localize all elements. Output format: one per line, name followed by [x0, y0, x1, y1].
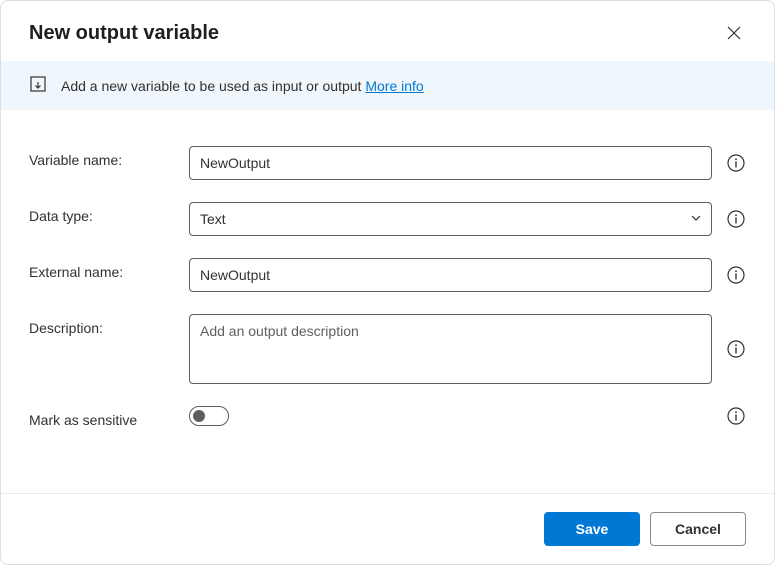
banner-text: Add a new variable to be used as input o… — [61, 78, 424, 94]
save-button[interactable]: Save — [544, 512, 640, 546]
data-type-label: Data type: — [29, 202, 189, 224]
external-name-info-button[interactable] — [726, 265, 746, 285]
close-button[interactable] — [722, 21, 746, 45]
close-icon — [726, 25, 742, 41]
new-output-variable-dialog: New output variable Add a new variable t… — [0, 0, 775, 565]
form-body: Variable name: Data type: Text — [1, 110, 774, 493]
info-icon — [727, 266, 745, 284]
description-textarea[interactable] — [189, 314, 712, 384]
data-type-select[interactable]: Text — [189, 202, 712, 236]
info-icon — [727, 154, 745, 172]
variable-name-input[interactable] — [189, 146, 712, 180]
description-info-button[interactable] — [726, 339, 746, 359]
variable-name-info-button[interactable] — [726, 153, 746, 173]
info-icon — [727, 407, 745, 425]
dialog-footer: Save Cancel — [1, 493, 774, 564]
data-type-info-button[interactable] — [726, 209, 746, 229]
variable-name-label: Variable name: — [29, 146, 189, 168]
variable-name-row: Variable name: — [29, 146, 746, 180]
info-banner: Add a new variable to be used as input o… — [1, 61, 774, 110]
external-name-input[interactable] — [189, 258, 712, 292]
mark-sensitive-label: Mark as sensitive — [29, 406, 189, 428]
external-name-row: External name: — [29, 258, 746, 292]
mark-sensitive-toggle[interactable] — [189, 406, 229, 426]
cancel-button[interactable]: Cancel — [650, 512, 746, 546]
toggle-knob — [193, 410, 205, 422]
variable-icon — [29, 75, 47, 96]
info-icon — [727, 340, 745, 358]
dialog-header: New output variable — [1, 1, 774, 61]
info-icon — [727, 210, 745, 228]
mark-sensitive-row: Mark as sensitive — [29, 406, 746, 428]
data-type-row: Data type: Text — [29, 202, 746, 236]
dialog-title: New output variable — [29, 22, 219, 45]
description-label: Description: — [29, 314, 189, 336]
more-info-link[interactable]: More info — [365, 78, 423, 94]
description-row: Description: — [29, 314, 746, 384]
external-name-label: External name: — [29, 258, 189, 280]
banner-message: Add a new variable to be used as input o… — [61, 78, 365, 94]
mark-sensitive-info-button[interactable] — [726, 406, 746, 426]
